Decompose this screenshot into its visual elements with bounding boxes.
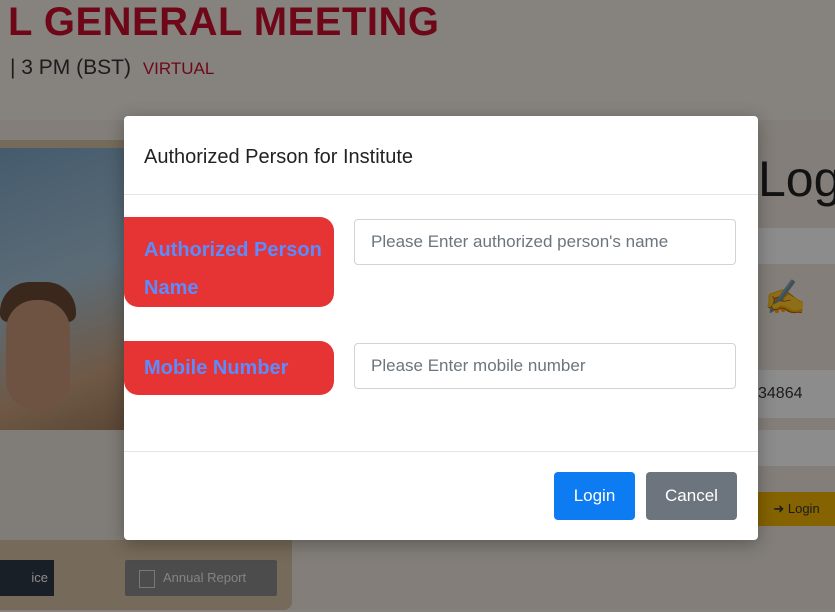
dialog-body: Authorized Person Name Mobile Number [124, 195, 758, 452]
mobile-number-input[interactable] [354, 343, 736, 389]
authorized-person-name-input[interactable] [354, 219, 736, 265]
authorized-person-name-label: Authorized Person Name [124, 217, 334, 307]
dialog-title: Authorized Person for Institute [144, 146, 414, 168]
login-button[interactable]: Login [554, 472, 635, 520]
cancel-button[interactable]: Cancel [646, 472, 737, 520]
mobile-number-label: Mobile Number [124, 341, 334, 395]
dialog-footer: Login Cancel [124, 452, 758, 541]
authorized-person-dialog: Authorized Person for Institute Authoriz… [124, 116, 758, 540]
dialog-header: Authorized Person for Institute [124, 116, 758, 195]
